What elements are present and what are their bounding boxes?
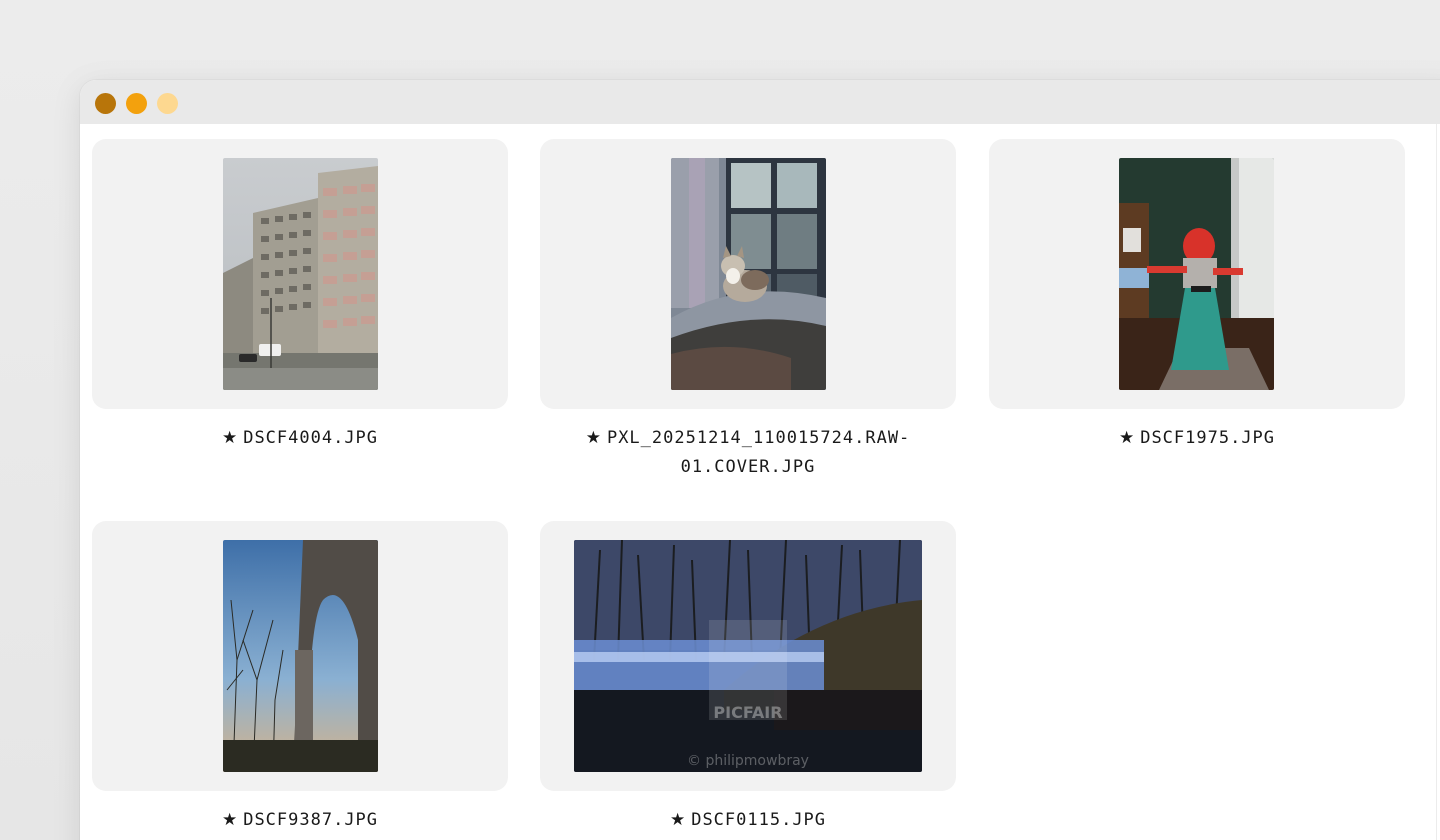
gallery-window: ★ DSCF4004.JPG ★ PXL_20251214_110015724.… <box>80 80 1440 840</box>
apartment-blocks-image <box>223 158 378 390</box>
star-icon[interactable]: ★ <box>586 428 602 448</box>
red-figure-image <box>1119 158 1274 390</box>
cat-on-car-image <box>671 158 826 390</box>
watermark-brand: PICFAIR <box>713 703 782 722</box>
desktop-background: ★ DSCF4004.JPG ★ PXL_20251214_110015724.… <box>0 0 1440 840</box>
stone-viaduct-image <box>223 540 378 772</box>
star-icon[interactable]: ★ <box>222 810 238 830</box>
photo-thumbnail[interactable] <box>223 158 378 390</box>
photo-thumbnail[interactable] <box>223 540 378 772</box>
photo-caption[interactable]: ★ DSCF4004.JPG <box>92 424 508 453</box>
photo-card-dscf0115[interactable]: PICFAIR © philipmowbray <box>540 521 956 791</box>
photo-filename-line2: 01.COVER.JPG <box>680 457 816 477</box>
photo-card-pxl[interactable] <box>540 139 956 409</box>
photo-caption[interactable]: ★ DSCF1975.JPG <box>989 424 1405 453</box>
window-divider <box>1436 124 1437 840</box>
photo-caption[interactable]: ★ PXL_20251214_110015724.RAW- 01.COVER.JP… <box>540 424 956 482</box>
star-icon[interactable]: ★ <box>1119 428 1135 448</box>
title-bar <box>80 80 1440 125</box>
photo-filename-line1: PXL_20251214_110015724.RAW- <box>606 428 911 448</box>
photo-thumbnail[interactable] <box>1119 158 1274 390</box>
star-icon[interactable]: ★ <box>670 810 686 830</box>
photo-filename: DSCF1975.JPG <box>1140 428 1276 448</box>
maximize-window-button[interactable] <box>157 93 178 114</box>
photo-caption[interactable]: ★ DSCF0115.JPG <box>540 806 956 835</box>
photo-thumbnail[interactable] <box>671 158 826 390</box>
star-icon[interactable]: ★ <box>222 428 238 448</box>
close-window-button[interactable] <box>95 93 116 114</box>
photo-caption[interactable]: ★ DSCF9387.JPG <box>92 806 508 835</box>
gallery-grid: ★ DSCF4004.JPG ★ PXL_20251214_110015724.… <box>80 124 1440 840</box>
photo-filename: DSCF9387.JPG <box>243 810 379 830</box>
photo-thumbnail[interactable]: PICFAIR © philipmowbray <box>574 540 922 772</box>
minimize-window-button[interactable] <box>126 93 147 114</box>
photo-card-dscf1975[interactable] <box>989 139 1405 409</box>
photo-card-dscf4004[interactable] <box>92 139 508 409</box>
watermark-credit: © philipmowbray <box>687 753 809 769</box>
photo-filename: DSCF4004.JPG <box>243 428 379 448</box>
train-motion-blur-image: PICFAIR © philipmowbray <box>574 540 922 772</box>
photo-filename: DSCF0115.JPG <box>691 810 827 830</box>
photo-card-dscf9387[interactable] <box>92 521 508 791</box>
